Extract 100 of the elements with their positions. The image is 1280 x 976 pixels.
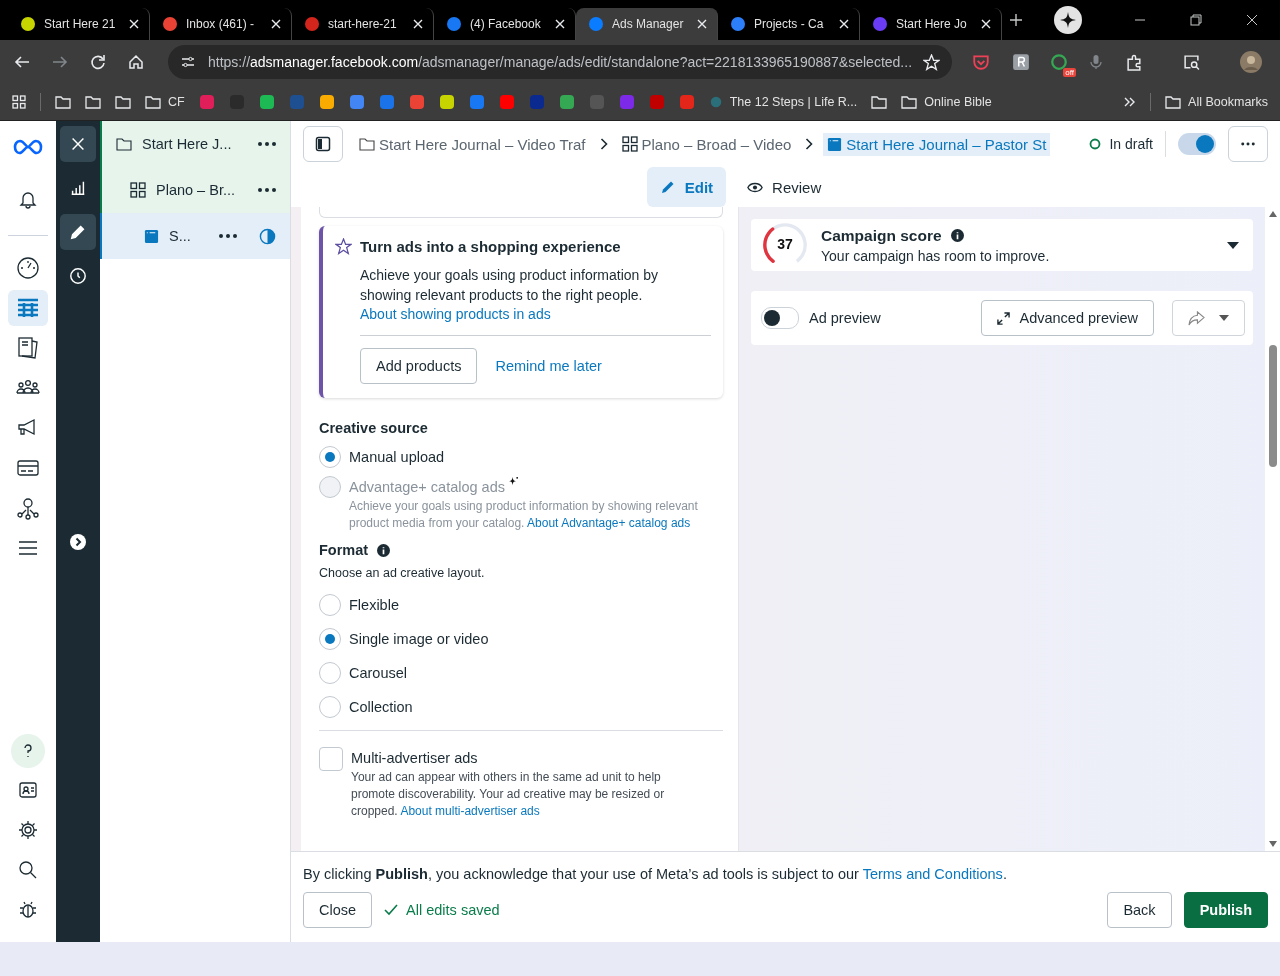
infinity-logo-icon[interactable] — [13, 139, 43, 155]
add-products-button[interactable]: Add products — [360, 348, 478, 384]
sparkle-icon[interactable] — [1054, 6, 1082, 34]
site-icon[interactable] — [408, 94, 425, 110]
bookmark-folder[interactable]: All Bookmarks — [1165, 95, 1268, 109]
info-icon[interactable] — [950, 229, 964, 242]
radio-button[interactable] — [319, 594, 341, 616]
microphone-icon[interactable] — [1088, 54, 1104, 70]
close-icon[interactable] — [1246, 14, 1258, 26]
favicon-icon — [588, 16, 604, 32]
back-button[interactable]: Back — [1107, 892, 1172, 928]
folder-icon[interactable] — [115, 95, 131, 109]
option-label: Carousel — [349, 664, 408, 683]
save-status: All edits saved — [384, 902, 500, 918]
site-icon[interactable] — [258, 94, 275, 110]
caret-icon[interactable] — [1227, 241, 1239, 249]
campaign-score-card[interactable]: 37 Campaign score Your campaign has room to improve. — [751, 219, 1253, 271]
folder-icon — [359, 137, 375, 151]
scrollbar[interactable] — [1265, 207, 1280, 851]
more-icon — [1241, 142, 1255, 146]
scroll-down-icon[interactable] — [1268, 841, 1277, 847]
tree-item[interactable]: Start Here J... — [100, 121, 290, 167]
site-icon[interactable] — [558, 94, 575, 110]
breadcrumb-link[interactable]: Start Here Journal – Pastor St — [823, 132, 1051, 156]
tree-item[interactable]: S... — [100, 213, 290, 259]
star-icon[interactable] — [923, 53, 940, 71]
extensions-icon[interactable] — [1126, 53, 1143, 71]
publish-button[interactable]: Publish — [1183, 892, 1268, 928]
checkbox[interactable] — [319, 747, 343, 771]
remind-later-link[interactable]: Remind me later — [495, 358, 602, 374]
breadcrumb-link[interactable]: Plano – Broad – Video — [617, 132, 796, 156]
score-value: 37 — [776, 236, 794, 252]
more-icon[interactable] — [258, 142, 276, 146]
browser-tab[interactable]: Ads Manager — [576, 8, 718, 40]
apps-icon[interactable] — [12, 95, 26, 109]
table-icon[interactable] — [8, 290, 48, 326]
share-icon — [1188, 310, 1205, 326]
pocket-icon[interactable] — [972, 53, 990, 71]
pencil-icon[interactable] — [60, 214, 96, 250]
more-icon[interactable] — [258, 188, 276, 192]
avatar-icon[interactable] — [1240, 51, 1262, 73]
folder-icon[interactable] — [871, 95, 888, 109]
folder-icon — [145, 95, 161, 109]
folder-icon — [1165, 95, 1182, 109]
option-label: Single image or video — [349, 630, 489, 649]
mode-tab[interactable]: Review — [734, 167, 835, 207]
chevron-right-icon — [805, 138, 814, 150]
help-link[interactable]: About showing products in ads — [360, 306, 551, 322]
radio-button[interactable] — [319, 628, 341, 650]
more-icon[interactable] — [219, 234, 237, 238]
help-link[interactable]: About multi-advertiser ads — [400, 804, 540, 818]
address-bar[interactable]: https://adsmanager.facebook.com/adsmanager/manage/ads/edit/standalone?act=2218133965190887&selected... — [168, 45, 952, 79]
favicon-icon — [730, 16, 746, 32]
site-icon[interactable] — [498, 94, 515, 110]
breadcrumb-link[interactable]: Start Here Journal – Video Traf — [355, 132, 590, 156]
bookmark-folder[interactable]: Online Bible — [901, 95, 992, 109]
toggle-label: Ad preview — [809, 310, 881, 326]
forward-icon[interactable] — [52, 54, 68, 70]
bookmark-folder[interactable]: CF — [145, 95, 185, 109]
bookmark-link[interactable]: The 12 Steps | Life R... — [708, 95, 858, 109]
favicon-icon — [446, 16, 462, 32]
section-title: Creative source — [319, 420, 429, 436]
radio-button[interactable] — [319, 662, 341, 684]
home-icon[interactable] — [128, 54, 144, 70]
site-info-icon[interactable] — [180, 54, 196, 70]
info-icon[interactable] — [377, 543, 391, 557]
site-icon[interactable] — [318, 94, 335, 110]
close-button[interactable]: Close — [303, 892, 373, 928]
tree-item[interactable]: Plano – Br... — [100, 167, 290, 213]
mode-tab[interactable]: Edit — [646, 167, 727, 207]
advanced-preview-button[interactable]: Advanced preview — [980, 300, 1154, 336]
share-button[interactable] — [1172, 300, 1245, 336]
toggle-switch[interactable] — [761, 307, 799, 329]
back-icon[interactable] — [14, 54, 30, 70]
scroll-up-icon[interactable] — [1268, 211, 1277, 217]
favicon-icon — [872, 16, 888, 32]
toggle-switch[interactable] — [1178, 133, 1216, 155]
more-bookmarks-icon[interactable] — [1124, 96, 1137, 108]
tab-search-icon[interactable] — [1183, 53, 1200, 71]
radio-button[interactable] — [319, 446, 341, 468]
eye-icon — [747, 181, 764, 193]
option-description: Your ad can appear with others in the same ad unit to help promote discoverability. Your ad creative may be resized or cropped. About multi-advertiser ads — [351, 769, 666, 820]
star-icon — [335, 238, 352, 255]
option-label: Multi-advertiser ads — [351, 750, 478, 766]
folder-icon[interactable] — [85, 95, 101, 109]
panel-toggle-button[interactable] — [303, 126, 343, 162]
help-icon[interactable] — [11, 734, 45, 768]
site-icon[interactable] — [348, 94, 365, 110]
site-icon[interactable] — [438, 94, 455, 110]
scrollbar-thumb[interactable] — [1268, 345, 1277, 467]
new-tab-icon[interactable] — [1010, 14, 1022, 26]
reload-icon[interactable] — [90, 54, 106, 70]
option-description: Achieve your goals using product information by showing relevant product media from your catalog. About Advantage+ catalog ads — [349, 498, 699, 532]
radio-button[interactable] — [319, 696, 341, 718]
terms-link[interactable]: Terms and Conditions — [862, 866, 1003, 882]
chevron-right-icon[interactable] — [70, 534, 86, 550]
extension-icon[interactable] — [1012, 53, 1030, 71]
input-field[interactable] — [319, 207, 723, 218]
restore-icon[interactable] — [1190, 14, 1202, 26]
folder-icon[interactable] — [55, 95, 71, 109]
